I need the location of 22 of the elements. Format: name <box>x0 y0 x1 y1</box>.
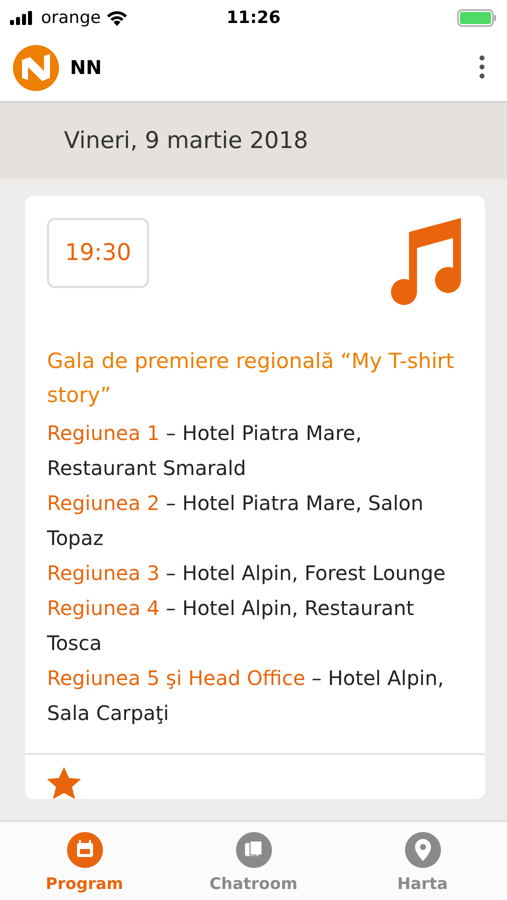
star-icon <box>47 767 81 799</box>
location-text: Regiunea 3 – Hotel Alpin, Forest Lounge <box>47 560 447 587</box>
location-text: Regiunea 5 şi Head Office – Hotel Alpin, Sala Carpaţi <box>47 665 445 727</box>
date-heading: Vineri, 9 martie 2018 <box>64 128 308 154</box>
chat-icon <box>236 832 272 868</box>
logo-icon <box>12 44 60 92</box>
location-text: Regiunea 4 – Hotel Alpin, Restaurant Tosca <box>47 595 415 657</box>
nav-tab[interactable]: Harta <box>338 822 507 900</box>
more-icon <box>479 54 485 78</box>
wifi-icon <box>106 10 128 26</box>
pin-icon <box>404 832 440 868</box>
event-title: Gala de premiere regională “My T-shirt story” <box>47 348 456 409</box>
calendar-icon <box>66 832 102 868</box>
event-time: 19:30 <box>47 218 150 288</box>
nav-tab[interactable]: Program <box>0 822 169 900</box>
app-title: NN <box>70 57 103 79</box>
nav-tab[interactable]: Chatroom <box>169 822 338 900</box>
location-text: Regiunea 1 – Hotel Piatra Mare, Restaurant Smarald <box>47 420 363 482</box>
carrier-name: orange <box>41 8 101 28</box>
location-text: Regiunea 2 – Hotel Piatra Mare, Salon Topaz <box>47 490 424 552</box>
battery-icon <box>457 8 497 26</box>
clock: 11:26 <box>226 8 281 28</box>
